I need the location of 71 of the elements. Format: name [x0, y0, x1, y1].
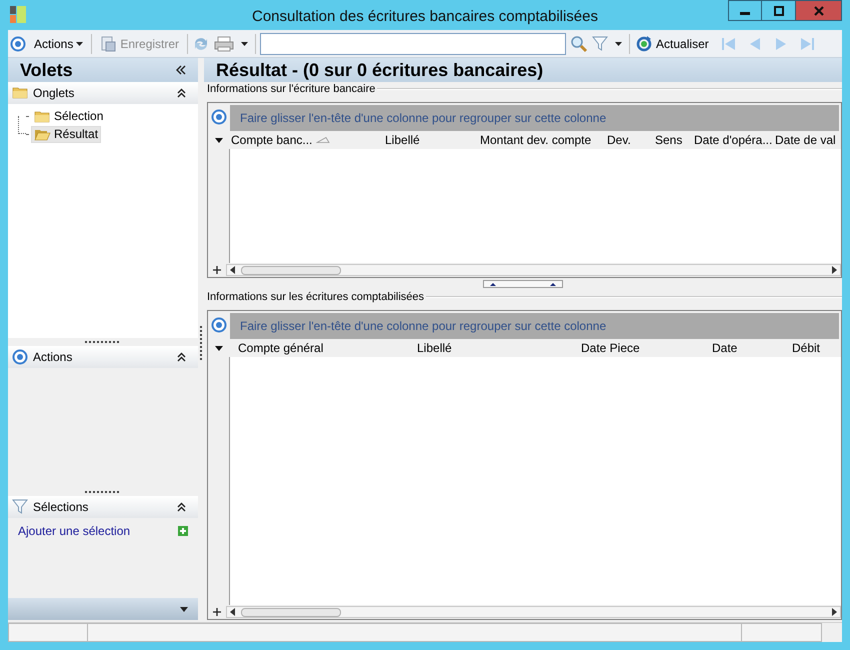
maximize-icon [774, 6, 784, 16]
collapse-icon[interactable] [177, 352, 186, 362]
group-panel-hint: Faire glisser l'en-tête d'une colonne pour regrouper sur cette colonne [240, 110, 606, 127]
add-selection-link[interactable]: Ajouter une sélection [18, 522, 130, 540]
actions-menu-button[interactable]: Actions [30, 32, 88, 54]
section-title: Sélections [33, 499, 88, 516]
caret-icon [76, 42, 84, 46]
collapse-icon[interactable] [177, 502, 186, 512]
app-icon [10, 6, 28, 24]
caret-icon[interactable] [215, 138, 223, 142]
caret-icon[interactable] [241, 42, 248, 46]
scroll-left-icon [229, 608, 237, 616]
collapse-icon[interactable] [176, 65, 186, 75]
horizontal-scrollbar[interactable] [226, 264, 841, 276]
group-legend: Informations sur les écritures comptabilisées [207, 288, 426, 306]
minimize-icon [740, 12, 750, 15]
column-header[interactable]: Libellé [384, 131, 479, 149]
section-title: Actions [33, 349, 72, 366]
folder-icon [34, 109, 51, 123]
column-header[interactable]: Compte général [237, 339, 416, 357]
target-icon [12, 349, 28, 365]
group-legend: Informations sur l'écriture bancaire [207, 80, 378, 98]
column-header[interactable]: Compte banc... [230, 131, 384, 149]
section-header[interactable]: Onglets [8, 82, 198, 104]
section-header[interactable]: Sélections [8, 496, 198, 518]
refresh-icon [636, 36, 652, 52]
column-header[interactable]: Libellé [416, 339, 580, 357]
caret-icon[interactable] [215, 346, 223, 350]
sort-icon [316, 137, 330, 143]
scroll-right-icon [830, 266, 838, 274]
folder-icon [12, 85, 28, 101]
target-icon[interactable] [211, 317, 227, 333]
column-header[interactable]: Dev. [606, 131, 654, 149]
filter-icon [12, 499, 28, 515]
caret-icon[interactable] [615, 42, 622, 46]
search-icon[interactable] [570, 34, 588, 52]
window-title: Consultation des écritures bancaires comptabilisées [250, 7, 599, 27]
close-icon [814, 6, 824, 16]
section-title: Onglets [33, 85, 74, 102]
column-header[interactable]: Date Piece [580, 339, 711, 357]
section-header[interactable]: Actions [8, 346, 198, 368]
scroll-left-icon [229, 266, 237, 274]
tree-item[interactable]: Sélection [31, 108, 106, 124]
open-folder-icon [34, 127, 51, 141]
column-header[interactable]: Débit [791, 339, 841, 357]
printer-icon[interactable] [214, 36, 234, 52]
column-header[interactable]: Date de val [774, 131, 834, 149]
result-title: Résultat - (0 sur 0 écritures bancaires) [216, 58, 544, 82]
pane-title: Volets [20, 58, 73, 82]
column-header[interactable]: Montant dev. compte [479, 131, 606, 149]
splitter-handle-icon[interactable] [483, 280, 563, 288]
document-icon [100, 36, 116, 52]
column-header[interactable]: Date [711, 339, 791, 357]
refresh-button[interactable]: Actualiser [634, 32, 711, 54]
collapse-icon[interactable] [177, 88, 186, 98]
add-icon[interactable] [212, 265, 222, 275]
caret-icon[interactable] [180, 606, 188, 612]
group-panel-hint: Faire glisser l'en-tête d'une colonne pour regrouper sur cette colonne [240, 318, 606, 335]
filter-icon[interactable] [592, 36, 608, 52]
column-header[interactable]: Sens [654, 131, 693, 149]
maximize-button[interactable] [762, 0, 796, 21]
target-icon[interactable] [211, 109, 227, 125]
target-icon[interactable] [10, 36, 26, 52]
minimize-button[interactable] [728, 0, 762, 21]
tree-item[interactable]: Résultat [31, 126, 102, 142]
horizontal-scrollbar[interactable] [226, 606, 841, 618]
add-icon[interactable] [212, 607, 222, 617]
column-header[interactable]: Date d'opéra... [693, 131, 774, 149]
search-field[interactable] [260, 32, 566, 54]
close-button[interactable] [796, 0, 842, 21]
scroll-right-icon [830, 608, 838, 616]
